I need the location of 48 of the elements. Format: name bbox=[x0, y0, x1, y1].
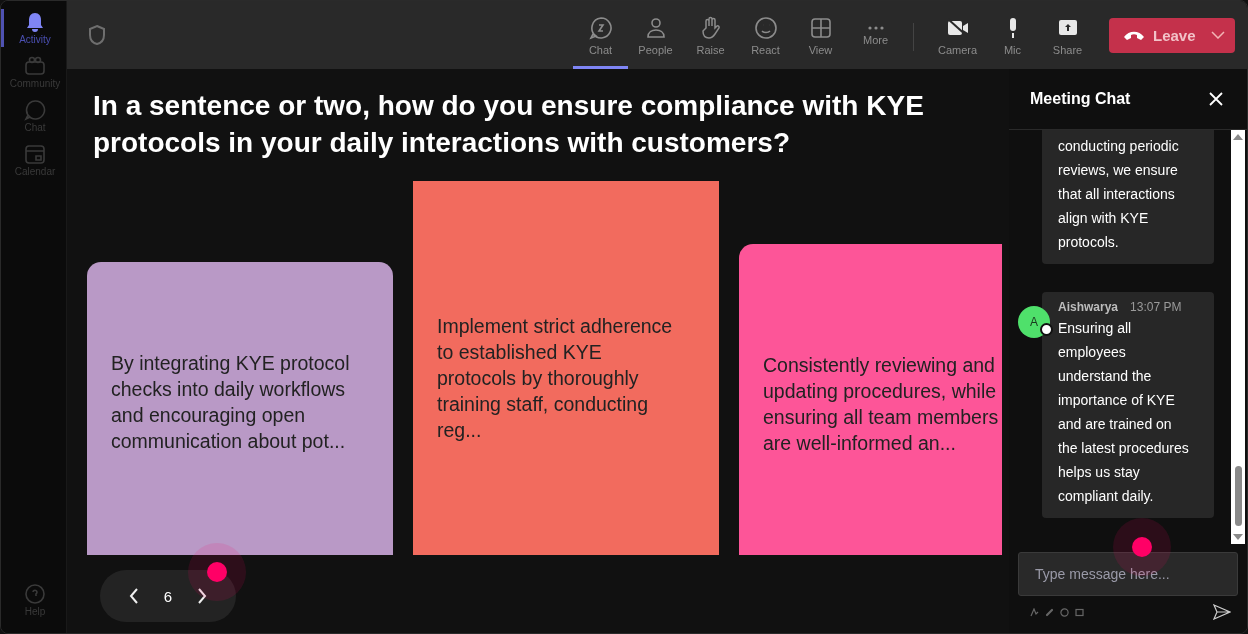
chat-icon bbox=[588, 16, 613, 40]
author-name: Aishwarya bbox=[1058, 300, 1119, 314]
message-input[interactable]: Type message here... bbox=[1018, 552, 1238, 596]
format-icon[interactable] bbox=[1030, 607, 1039, 617]
toolbar-button[interactable]: React bbox=[738, 1, 793, 69]
message-time: 13:07 PM bbox=[1130, 300, 1182, 314]
mic-icon bbox=[1008, 16, 1017, 40]
scroll-up-icon bbox=[1233, 134, 1243, 140]
response-text: Implement strict adherence to established KYE protocols by thoroughly training staff, conducting reg... bbox=[437, 314, 674, 443]
gif-icon[interactable] bbox=[1075, 607, 1084, 617]
attach-icon[interactable] bbox=[1045, 607, 1054, 617]
chat-icon bbox=[24, 99, 46, 121]
people-icon bbox=[24, 55, 46, 77]
send-icon[interactable] bbox=[1213, 604, 1231, 620]
message-text: Ensuring all employees understand the importance of KYE and are trained on the latest procedures helps us stay compliant daily. bbox=[1058, 319, 1190, 506]
leave-button[interactable]: Leave bbox=[1109, 17, 1235, 53]
toolbar-button[interactable]: View bbox=[793, 1, 848, 69]
toolbar-button[interactable]: Share bbox=[1040, 1, 1095, 69]
response-text: Consistently reviewing and updating procedures, while ensuring all team members are well-informed an... bbox=[763, 353, 999, 456]
close-button[interactable] bbox=[1207, 90, 1225, 108]
response-text: By integrating KYE protocol checks into daily workflows and encouraging open communication about pot... bbox=[111, 351, 351, 454]
toolbar-button[interactable]: Chat bbox=[573, 1, 628, 69]
shield-icon bbox=[87, 24, 107, 46]
bell-icon bbox=[24, 11, 46, 33]
smiley-icon bbox=[753, 16, 778, 40]
toolbar-button[interactable]: Camera bbox=[930, 1, 985, 69]
scrollbar[interactable] bbox=[1231, 130, 1245, 544]
scroll-down-icon bbox=[1233, 534, 1243, 540]
avatar: A bbox=[1018, 306, 1050, 338]
toolbar-button[interactable]: Raise bbox=[683, 1, 738, 69]
grid-icon bbox=[808, 16, 833, 40]
page-number: 6 bbox=[163, 587, 173, 605]
close-icon bbox=[1209, 92, 1223, 106]
chevron-right-icon bbox=[196, 587, 209, 605]
chevron-down-icon bbox=[1211, 31, 1225, 39]
message-text: conducting periodic reviews, we ensure that all interactions align with KYE protocols. bbox=[1058, 137, 1180, 252]
chat-title: Meeting Chat bbox=[1030, 90, 1131, 108]
hang-up-icon bbox=[1123, 29, 1145, 41]
question-title: In a sentence or two, how do you ensure compliance with KYE protocols in your daily interactions with customers? bbox=[93, 89, 925, 160]
calendar-icon bbox=[24, 143, 46, 165]
toolbar-button[interactable]: Mic bbox=[985, 1, 1040, 69]
scrollbar-thumb[interactable] bbox=[1234, 466, 1242, 526]
help-icon bbox=[24, 583, 46, 605]
chevron-left-icon bbox=[127, 587, 140, 605]
more-icon bbox=[866, 26, 885, 30]
emoji-icon[interactable] bbox=[1060, 607, 1069, 617]
toolbar-button[interactable]: People bbox=[628, 1, 683, 69]
toolbar-button[interactable]: More bbox=[848, 1, 903, 69]
